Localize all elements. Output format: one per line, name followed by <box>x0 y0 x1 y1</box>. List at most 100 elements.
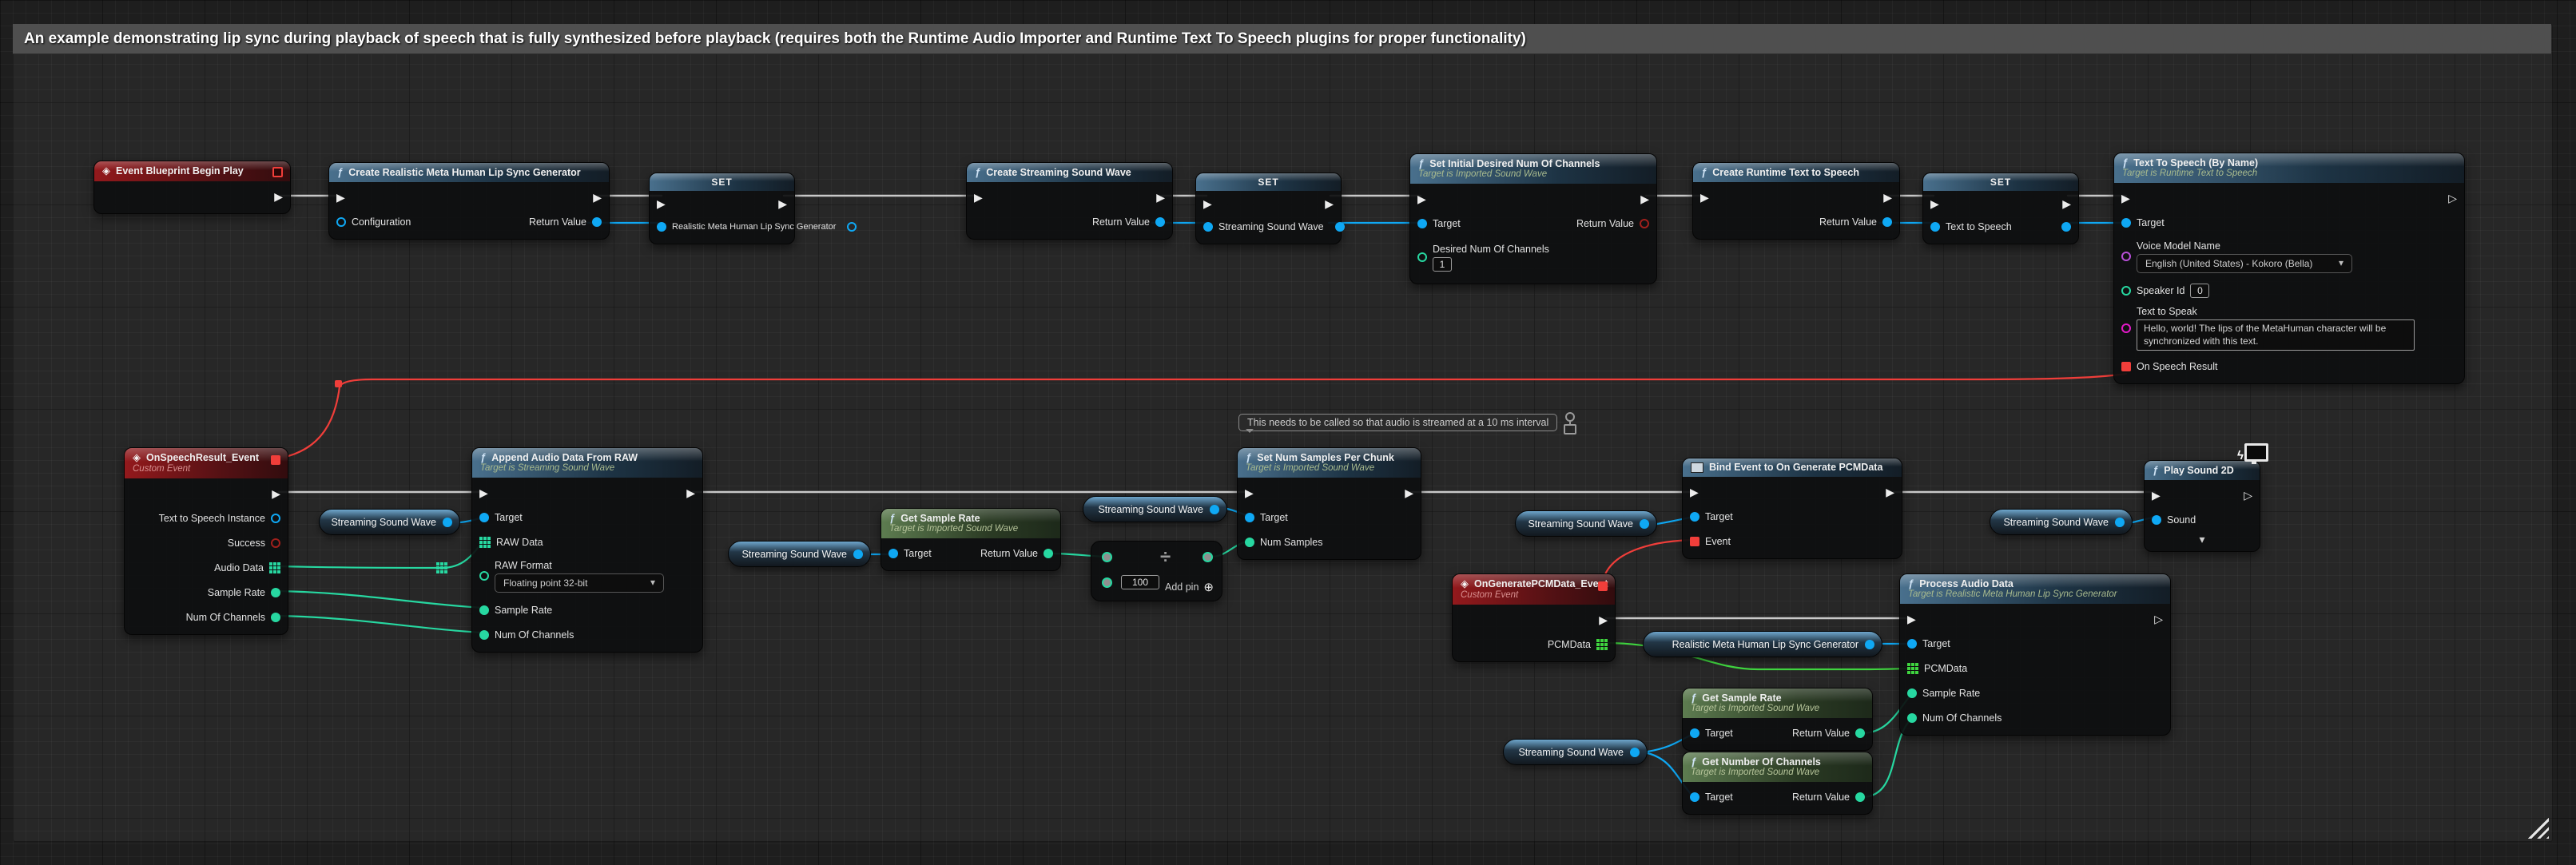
variable-in-pin[interactable] <box>1930 222 1940 232</box>
exec-in-pin[interactable]: ▶ <box>1417 193 1426 204</box>
exec-in-pin[interactable]: ▶ <box>974 192 983 203</box>
node-set-realistic-generator[interactable]: SET ▶ ▶ Realistic Meta Human Lip Sync Ge… <box>649 173 795 244</box>
delegate-pin[interactable] <box>1598 581 1608 591</box>
desired-num-of-channels-input[interactable]: 1 <box>1433 257 1452 272</box>
num-samples-pin[interactable] <box>1245 538 1254 547</box>
pill-realistic-metahuman-lipsync-generator[interactable]: Realistic Meta Human Lip Sync Generator <box>1643 631 1882 657</box>
variable-out-pin[interactable] <box>847 222 857 232</box>
node-header[interactable]: ƒ Get Sample Rate Target is Imported Sou… <box>881 509 1060 538</box>
node-create-realistic-metahuman-lipsync-generator[interactable]: ƒ Create Realistic Meta Human Lip Sync G… <box>328 162 610 240</box>
target-pin[interactable] <box>888 549 898 558</box>
exec-out-pin[interactable]: ▶ <box>1325 198 1334 209</box>
variable-out-pin[interactable] <box>1335 222 1345 232</box>
exec-in-pin[interactable]: ▶ <box>336 192 345 203</box>
node-on-generate-pcmdata-event[interactable]: ◈ OnGeneratePCMData_Event Custom Event ▶… <box>1452 573 1616 662</box>
exec-in-pin[interactable]: ▶ <box>2152 490 2161 501</box>
exec-out-pin[interactable]: ▶ <box>778 198 787 209</box>
node-header[interactable]: ƒ Append Audio Data From RAW Target is S… <box>472 448 702 478</box>
return-value-pin[interactable] <box>1044 549 1053 558</box>
node-on-speech-result-event[interactable]: ◈ OnSpeechResult_Event Custom Event ▶ Te… <box>124 447 288 635</box>
delegate-reroute-node[interactable] <box>335 380 342 387</box>
node-event-blueprint-begin-play[interactable]: ◈ Event Blueprint Begin Play ▶ <box>93 161 291 214</box>
exec-in-pin[interactable]: ▶ <box>479 487 488 498</box>
num-of-channels-pin[interactable] <box>1907 713 1917 723</box>
node-header[interactable]: ◈ Event Blueprint Begin Play <box>94 161 290 181</box>
sample-rate-pin[interactable] <box>1907 688 1917 698</box>
text-to-speak-input[interactable]: Hello, world! The lips of the MetaHuman … <box>2137 319 2415 351</box>
variable-out-pin[interactable] <box>1210 505 1219 514</box>
exec-out-pin[interactable]: ▷ <box>2154 613 2163 625</box>
node-header[interactable]: ƒ Get Number Of Channels Target is Impor… <box>1683 752 1872 782</box>
node-header[interactable]: ƒ Create Streaming Sound Wave <box>967 163 1172 182</box>
text-to-speak-pin[interactable] <box>2121 323 2131 333</box>
return-value-pin[interactable] <box>1855 792 1865 802</box>
exec-out-pin[interactable]: ▶ <box>272 488 280 499</box>
pill-streaming-sound-wave[interactable]: Streaming Sound Wave <box>1515 510 1657 537</box>
node-process-audio-data[interactable]: ƒ Process Audio Data Target is Realistic… <box>1899 573 2171 736</box>
delegate-pin[interactable] <box>271 455 280 465</box>
variable-out-pin[interactable] <box>853 550 863 559</box>
raw-format-pin[interactable] <box>479 571 489 581</box>
raw-format-select[interactable]: Floating point 32-bit ▾ <box>495 573 664 593</box>
raw-data-pin[interactable] <box>479 537 491 548</box>
node-header[interactable]: ƒ Play Sound 2D <box>2145 461 2260 480</box>
pin-icon[interactable] <box>1565 412 1575 422</box>
return-value-pin[interactable] <box>1640 219 1649 228</box>
pcm-data-pin[interactable] <box>1907 663 1918 674</box>
pill-streaming-sound-wave[interactable]: Streaming Sound Wave <box>1990 509 2133 535</box>
configuration-pin[interactable] <box>336 217 346 227</box>
array-reroute-node[interactable] <box>436 562 447 573</box>
add-pin-button[interactable]: Add pin ⊕ <box>1165 580 1214 594</box>
voice-model-name-select[interactable]: English (United States) - Kokoro (Bella)… <box>2137 254 2352 273</box>
node-set-streaming-sound-wave[interactable]: SET ▶ ▶ Streaming Sound Wave <box>1195 173 1342 244</box>
exec-out-pin[interactable]: ▶ <box>1883 192 1892 203</box>
node-set-initial-desired-num-of-channels[interactable]: ƒ Set Initial Desired Num Of Channels Ta… <box>1409 153 1657 284</box>
audio-data-pin[interactable] <box>269 562 280 573</box>
sample-rate-pin[interactable] <box>271 588 280 597</box>
return-value-pin[interactable] <box>1155 217 1165 227</box>
node-get-sample-rate[interactable]: ƒ Get Sample Rate Target is Imported Sou… <box>881 508 1061 571</box>
node-header[interactable]: Bind Event to On Generate PCMData <box>1683 458 1902 477</box>
exec-in-pin[interactable]: ▶ <box>2121 192 2130 204</box>
variable-out-pin[interactable] <box>1865 640 1874 649</box>
exec-out-pin[interactable]: ▶ <box>1599 614 1608 625</box>
node-get-sample-rate-bottom[interactable]: ƒ Get Sample Rate Target is Imported Sou… <box>1682 688 1873 751</box>
node-bind-event-to-on-generate-pcmdata[interactable]: Bind Event to On Generate PCMData ▶ ▶ Ta… <box>1682 458 1902 559</box>
target-pin[interactable] <box>1690 512 1699 522</box>
exec-out-pin[interactable]: ▶ <box>686 487 695 498</box>
exec-in-pin[interactable]: ▶ <box>1245 487 1254 498</box>
return-value-pin[interactable] <box>1855 728 1865 738</box>
node-header[interactable]: ƒ Text To Speech (By Name) Target is Run… <box>2114 153 2464 183</box>
pill-streaming-sound-wave[interactable]: Streaming Sound Wave <box>1503 739 1648 765</box>
exec-out-pin[interactable]: ▶ <box>2062 198 2071 209</box>
exec-in-pin[interactable]: ▶ <box>1930 198 1939 209</box>
node-divide[interactable]: 100 ÷ Add pin ⊕ <box>1091 541 1222 601</box>
exec-in-pin[interactable]: ▶ <box>1907 613 1916 625</box>
variable-out-pin[interactable] <box>443 518 452 527</box>
node-comment-bubble[interactable]: This needs to be called so that audio is… <box>1238 414 1557 431</box>
num-of-channels-pin[interactable] <box>479 630 489 640</box>
node-header[interactable]: SET <box>650 173 794 191</box>
node-set-num-samples-per-chunk[interactable]: ƒ Set Num Samples Per Chunk Target is Im… <box>1237 447 1421 560</box>
pill-streaming-sound-wave[interactable]: Streaming Sound Wave <box>1083 496 1227 522</box>
exec-in-pin[interactable]: ▶ <box>1690 486 1699 498</box>
result-pin[interactable] <box>1203 552 1213 562</box>
speaker-id-input[interactable]: 0 <box>2190 284 2209 298</box>
node-play-sound-2d[interactable]: ƒ Play Sound 2D ▶ ▷ Sound ▾ <box>2144 460 2260 552</box>
exec-out-pin[interactable]: ▶ <box>1405 487 1413 498</box>
exec-in-pin[interactable]: ▶ <box>657 198 666 209</box>
node-header[interactable]: ƒ Create Realistic Meta Human Lip Sync G… <box>329 163 609 182</box>
node-create-streaming-sound-wave[interactable]: ƒ Create Streaming Sound Wave ▶ ▶ Return… <box>966 162 1173 240</box>
exec-out-pin[interactable]: ▶ <box>593 192 602 203</box>
exec-out-pin[interactable]: ▶ <box>274 191 283 202</box>
num-of-channels-pin[interactable] <box>271 613 280 622</box>
exec-out-pin[interactable]: ▷ <box>2448 192 2457 204</box>
event-pin[interactable] <box>1690 537 1699 546</box>
text-to-speech-instance-pin[interactable] <box>271 514 280 523</box>
pcm-data-pin[interactable] <box>1596 639 1608 650</box>
variable-out-pin[interactable] <box>1630 748 1640 757</box>
on-speech-result-pin[interactable] <box>2121 362 2131 371</box>
pill-streaming-sound-wave[interactable]: Streaming Sound Wave <box>319 509 460 535</box>
pill-streaming-sound-wave[interactable]: Streaming Sound Wave <box>728 541 871 567</box>
exec-out-pin[interactable]: ▶ <box>1640 193 1649 204</box>
